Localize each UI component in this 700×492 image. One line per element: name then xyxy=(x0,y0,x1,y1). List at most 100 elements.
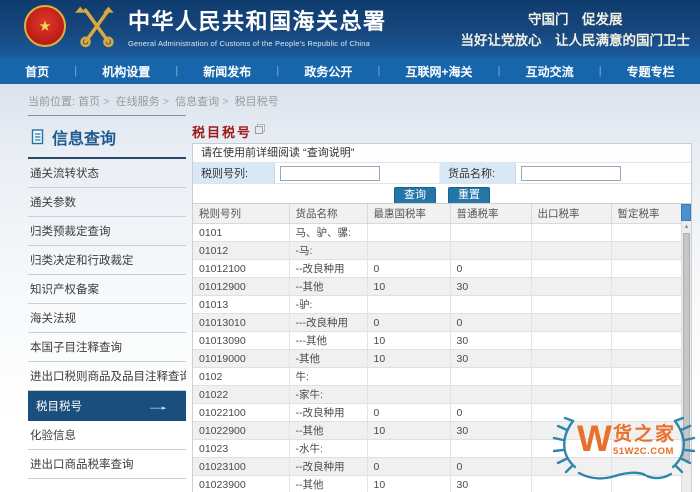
breadcrumb-item-2[interactable]: 信息查询 xyxy=(172,96,219,108)
query-box: 请在使用前详细阅读 “查询说明” 税则号列: 货品名称: 查询 重置 xyxy=(192,143,692,207)
tariff-no-cell xyxy=(275,163,440,183)
breadcrumb-item-0[interactable]: 首页 xyxy=(78,96,100,108)
nav-item-3[interactable]: 政务公开 xyxy=(304,63,352,80)
table-cell: 0 xyxy=(450,259,532,278)
scroll-up-icon[interactable]: ▲ xyxy=(682,221,691,233)
table-cell: 10 xyxy=(367,331,451,350)
table-cell: 01022 xyxy=(193,385,290,404)
main-nav: 首页 | 机构设置 | 新闻发布 | 政务公开 | 互联网+海关 | 互动交流 | 专题专栏 xyxy=(0,58,700,84)
sidebar-item-label: 税目税号 xyxy=(36,401,82,413)
table-cell: 0 xyxy=(450,403,532,422)
table-cell: 30 xyxy=(450,421,532,440)
nav-item-6[interactable]: 专题专栏 xyxy=(627,63,675,80)
table-cell: 马、驴、骡: xyxy=(289,223,368,242)
column-header: 普通税率 xyxy=(449,204,532,224)
table-cell: 0101 xyxy=(193,223,290,242)
customs-key-icon xyxy=(75,6,114,48)
site-title: 中华人民共和国海关总署 xyxy=(128,9,387,34)
table-cell: 30 xyxy=(450,475,532,492)
sidebar-item-5[interactable]: 海关法规 xyxy=(28,304,186,333)
scrollbar-thumb[interactable] xyxy=(683,233,690,461)
table-cell: --其他 xyxy=(289,475,368,492)
table-cell: 0 xyxy=(367,457,451,476)
table-cell: 30 xyxy=(450,331,532,350)
table-row: 01023100 --改良种用 0 0 xyxy=(193,457,683,476)
nav-item-2[interactable]: 新闻发布 xyxy=(203,63,251,80)
column-header: 货品名称 xyxy=(288,204,368,224)
table-cell: 0102 xyxy=(193,367,290,386)
table-row: 01019000 -其他 10 30 xyxy=(193,349,683,368)
table-cell: --其他 xyxy=(289,277,368,296)
table-cell xyxy=(611,223,683,242)
table-cell xyxy=(611,439,683,458)
sidebar-title: 信息查询 xyxy=(52,131,117,148)
table-cell: 01019000 xyxy=(193,349,290,368)
table-cell xyxy=(531,403,612,422)
table-cell xyxy=(611,313,683,332)
table-cell: 01013090 xyxy=(193,331,290,350)
results-table-container: 税则号列 货品名称 最惠国税率 普通税率 出口税率 暂定税率 0101 马、驴、骡: 0101… xyxy=(192,203,692,492)
sidebar-item-label: 本国子目注释查询 xyxy=(30,342,122,354)
sidebar-item-7[interactable]: 进出口税则商品及品目注释查询 xyxy=(28,362,186,391)
table-row: 01013090 ---其他 10 30 xyxy=(193,331,683,350)
tariff-no-input[interactable] xyxy=(280,165,380,181)
table-cell xyxy=(531,259,612,278)
table-cell: 0 xyxy=(450,313,532,332)
sidebar-item-label: 海关法规 xyxy=(30,313,76,325)
nav-item-1[interactable]: 机构设置 xyxy=(102,63,150,80)
national-emblem-logo: ★ xyxy=(24,5,66,47)
sidebar-item-label: 知识产权备案 xyxy=(30,284,99,296)
sidebar-item-2[interactable]: 归类预裁定查询 xyxy=(28,217,186,246)
sidebar-item-9[interactable]: 化验信息 xyxy=(28,421,186,450)
nav-item-4[interactable]: 互联网+海关 xyxy=(405,63,472,80)
table-row: 01022 -家牛: xyxy=(193,385,683,404)
table-cell xyxy=(367,223,451,242)
goods-name-input[interactable] xyxy=(521,165,621,181)
table-cell xyxy=(611,241,683,260)
page: ★ 中华人民共和国海关总署 General Administration of … xyxy=(0,0,700,492)
table-cell xyxy=(367,385,451,404)
breadcrumb-separator: > xyxy=(162,96,170,108)
table-row: 0101 马、驴、骡: xyxy=(193,223,683,242)
table-cell xyxy=(531,331,612,350)
scrollbar-track[interactable]: ▲ xyxy=(681,221,691,492)
breadcrumb-item-3[interactable]: 税目税号 xyxy=(232,96,279,108)
table-cell xyxy=(531,367,612,386)
table-row: 01012 -马: xyxy=(193,241,683,260)
reset-button[interactable]: 重置 xyxy=(448,186,490,204)
table-cell: 01012 xyxy=(193,241,290,260)
tariff-no-label: 税则号列: xyxy=(193,163,275,183)
search-button[interactable]: 查询 xyxy=(394,186,436,204)
sidebar-item-3[interactable]: 归类决定和行政裁定 xyxy=(28,246,186,275)
site-title-block: 中华人民共和国海关总署 General Administration of Cu… xyxy=(128,4,387,48)
nav-item-0[interactable]: 首页 xyxy=(25,63,49,80)
table-cell xyxy=(611,331,683,350)
table-cell: 0 xyxy=(367,403,451,422)
emblem-star-icon: ★ xyxy=(38,17,52,35)
sidebar-item-10[interactable]: 进出口商品税率查询 xyxy=(28,450,186,479)
table-cell: 10 xyxy=(367,475,451,492)
table-cell xyxy=(367,241,451,260)
table-cell xyxy=(611,349,683,368)
page-copy-icon[interactable] xyxy=(255,124,266,134)
table-scrollbar[interactable]: ▲ xyxy=(681,204,691,492)
table-row: 01013 -驴: xyxy=(193,295,683,314)
sidebar-item-8[interactable]: 税目税号 → xyxy=(28,391,186,421)
nav-separator: | xyxy=(276,65,280,77)
table-cell xyxy=(531,475,612,492)
breadcrumb-item-1[interactable]: 在线服务 xyxy=(113,96,160,108)
breadcrumb-prefix: 当前位置: xyxy=(28,96,76,108)
table-cell xyxy=(367,439,451,458)
sidebar-item-1[interactable]: 通关参数 xyxy=(28,188,186,217)
column-header: 出口税率 xyxy=(530,204,612,224)
nav-item-5[interactable]: 互动交流 xyxy=(526,63,574,80)
header-slogan: 守国门 促发展 当好让党放心 让人民满意的国门卫士 xyxy=(461,10,691,52)
sidebar-item-6[interactable]: 本国子目注释查询 xyxy=(28,333,186,362)
table-cell xyxy=(531,439,612,458)
table-cell xyxy=(531,223,612,242)
sidebar-item-0[interactable]: 通关流转状态 xyxy=(28,159,186,188)
table-cell: 01013010 xyxy=(193,313,290,332)
breadcrumb: 当前位置: 首页 > 在线服务 > 信息查询 > 税目税号 xyxy=(28,93,279,109)
sidebar-item-4[interactable]: 知识产权备案 xyxy=(28,275,186,304)
nav-separator: | xyxy=(74,65,78,77)
